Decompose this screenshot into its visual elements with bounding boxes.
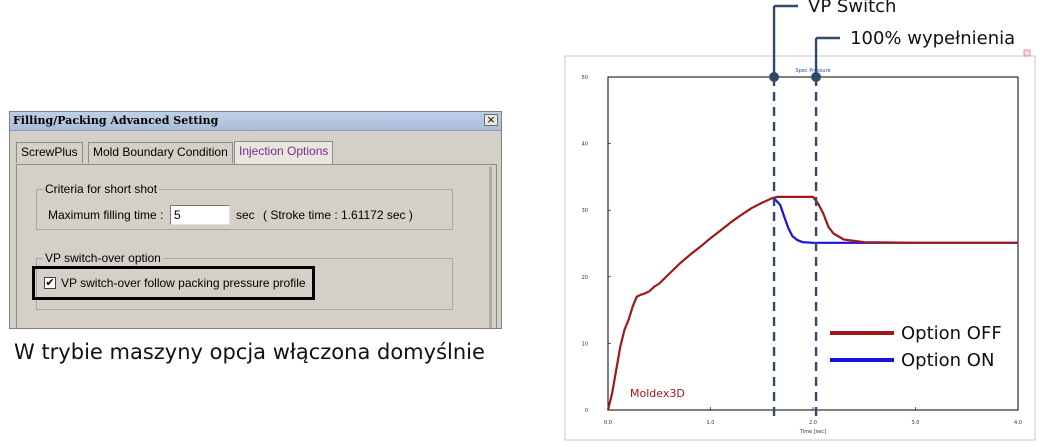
pressure-chart: Spec Pressure Time [sec] 0.0 1.0 2.0 3.0 4.0… xyxy=(564,0,1036,441)
legend-label: Option OFF xyxy=(901,323,1002,344)
annotation-marker xyxy=(769,72,780,82)
x-axis-label: Time [sec] xyxy=(799,429,826,435)
x-tick-label: 1.0 xyxy=(707,420,715,426)
x-tick-label: 2.0 xyxy=(809,420,817,426)
annotation-label: 100% wypełnienia xyxy=(850,28,1015,49)
x-tick-label: 0.0 xyxy=(604,420,612,426)
annotation-marker xyxy=(811,72,822,82)
y-tick-label: 10 xyxy=(582,341,588,347)
y-tick-label: 20 xyxy=(582,275,588,281)
chart-outer-frame xyxy=(564,55,1036,441)
y-tick-label: 0 xyxy=(585,408,588,414)
chart-close-icon[interactable] xyxy=(1023,49,1031,57)
annotation-label: VP Switch xyxy=(808,0,896,17)
x-tick-label: 3.0 xyxy=(912,420,920,426)
y-tick-label: 50 xyxy=(582,75,588,81)
y-tick-label: 30 xyxy=(582,208,588,214)
legend-label: Option ON xyxy=(901,350,994,371)
x-tick-label: 4.0 xyxy=(1014,420,1022,426)
moldex3d-watermark: Moldex3D xyxy=(630,387,685,400)
y-tick-label: 40 xyxy=(582,142,588,148)
